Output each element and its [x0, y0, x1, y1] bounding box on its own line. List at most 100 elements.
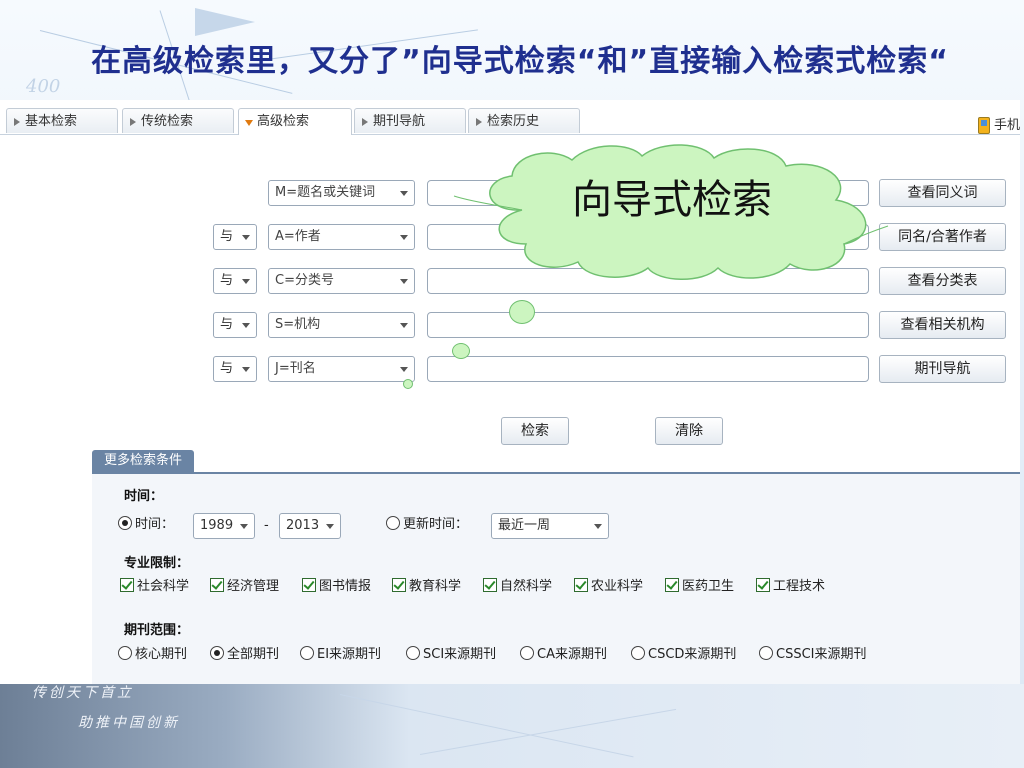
field-select-value: M=题名或关键词 — [275, 185, 376, 200]
scope-radio-cssci[interactable]: CSSCI来源期刊 — [759, 645, 867, 665]
tab-label: 检索历史 — [487, 114, 540, 129]
scope-radio-all[interactable]: 全部期刊 — [210, 645, 279, 665]
radio-unselected-icon — [631, 646, 645, 660]
field-select-value: J=刊名 — [275, 361, 316, 376]
tab-advanced-search[interactable]: 高级检索 — [238, 108, 352, 135]
more-conditions-tab[interactable]: 更多检索条件 — [92, 450, 195, 472]
field-select-value: S=机构 — [275, 317, 321, 332]
time-range-radio[interactable]: 时间： — [118, 515, 174, 535]
field-select[interactable]: A=作者 — [268, 224, 415, 250]
scope-radio-core[interactable]: 核心期刊 — [118, 645, 187, 665]
checkbox-label: 工程技术 — [773, 579, 826, 594]
checkbox-label: 图书情报 — [319, 579, 372, 594]
chevron-down-icon — [242, 235, 250, 240]
subject-checkbox-economics[interactable]: 经济管理 — [210, 577, 279, 597]
scope-radio-sci[interactable]: SCI来源期刊 — [406, 645, 496, 665]
footer-slogan-1: 传创天下首立 — [32, 685, 134, 701]
footer-slogan-2: 助推中国创新 — [78, 715, 180, 731]
logic-operator-select[interactable]: 与 — [213, 356, 257, 382]
checkbox-checked-icon — [120, 578, 134, 592]
subject-checkbox-library-science[interactable]: 图书情报 — [302, 577, 371, 597]
callout-text: 向导式检索 — [572, 177, 772, 223]
scope-radio-ei[interactable]: EI来源期刊 — [300, 645, 381, 665]
journal-navigation-button[interactable]: 期刊导航 — [879, 355, 1006, 383]
tab-label: 传统检索 — [141, 114, 194, 129]
checkbox-checked-icon — [756, 578, 770, 592]
field-select[interactable]: C=分类号 — [268, 268, 415, 294]
radio-unselected-icon — [759, 646, 773, 660]
tab-label: 基本检索 — [25, 114, 78, 129]
callout-bubble — [452, 343, 470, 359]
radio-label: SCI来源期刊 — [423, 647, 497, 662]
view-institutions-button[interactable]: 查看相关机构 — [879, 311, 1006, 339]
chevron-down-icon — [400, 323, 408, 328]
radio-label: 核心期刊 — [135, 647, 188, 662]
tab-traditional-search[interactable]: 传统检索 — [122, 108, 234, 133]
tab-journal-navigation[interactable]: 期刊导航 — [354, 108, 466, 133]
field-select[interactable]: J=刊名 — [268, 356, 415, 382]
chevron-down-icon — [400, 367, 408, 372]
field-select[interactable]: S=机构 — [268, 312, 415, 338]
chevron-down-icon — [242, 279, 250, 284]
radio-unselected-icon — [300, 646, 314, 660]
chevron-down-icon — [400, 279, 408, 284]
radio-label: EI来源期刊 — [317, 647, 382, 662]
year-range-dash: - — [264, 518, 269, 533]
chevron-down-icon — [400, 191, 408, 196]
search-input-journal[interactable] — [427, 356, 869, 382]
subject-checkbox-engineering[interactable]: 工程技术 — [756, 577, 825, 597]
subject-checkbox-social-science[interactable]: 社会科学 — [120, 577, 189, 597]
subject-checkbox-medicine[interactable]: 医药卫生 — [665, 577, 734, 597]
from-year-select[interactable]: 1989 — [193, 513, 255, 539]
view-synonyms-button[interactable]: 查看同义词 — [879, 179, 1006, 207]
to-year-select[interactable]: 2013 — [279, 513, 341, 539]
view-classification-button[interactable]: 查看分类表 — [879, 267, 1006, 295]
checkbox-checked-icon — [302, 578, 316, 592]
logic-operator-value: 与 — [220, 273, 234, 288]
radio-unselected-icon — [406, 646, 420, 660]
scope-radio-ca[interactable]: CA来源期刊 — [520, 645, 607, 665]
subject-checkbox-education[interactable]: 教育科学 — [392, 577, 461, 597]
radio-label: CSCD来源期刊 — [648, 647, 737, 662]
checkbox-checked-icon — [665, 578, 679, 592]
chevron-down-icon — [242, 323, 250, 328]
tab-basic-search[interactable]: 基本检索 — [6, 108, 118, 133]
decor-flag — [195, 8, 255, 36]
callout-bubble — [509, 300, 535, 324]
slide-title: 在高级检索里，又分了”向导式检索“和”直接输入检索式检索“ — [91, 44, 949, 79]
clear-button[interactable]: 清除 — [655, 417, 723, 445]
radio-unselected-icon — [520, 646, 534, 660]
field-select-value: A=作者 — [275, 229, 321, 244]
search-input-institution[interactable] — [427, 312, 869, 338]
field-select[interactable]: M=题名或关键词 — [268, 180, 415, 206]
tab-arrow-icon — [476, 118, 482, 126]
tab-label: 期刊导航 — [373, 114, 426, 129]
subject-checkbox-agriculture[interactable]: 农业科学 — [574, 577, 643, 597]
radio-label: CA来源期刊 — [537, 647, 607, 662]
search-button[interactable]: 检索 — [501, 417, 569, 445]
slide-footer: 传创天下首立 助推中国创新 — [0, 684, 1024, 768]
logic-operator-select[interactable]: 与 — [213, 312, 257, 338]
tab-search-history[interactable]: 检索历史 — [468, 108, 580, 133]
tab-active-arrow-icon — [245, 120, 253, 126]
logic-operator-value: 与 — [220, 229, 234, 244]
update-time-radio[interactable]: 更新时间： — [386, 515, 468, 535]
time-range-radio-label: 时间： — [135, 517, 175, 532]
logic-operator-select[interactable]: 与 — [213, 224, 257, 250]
radio-selected-icon — [118, 516, 132, 530]
coauthor-button[interactable]: 同名/合著作者 — [879, 223, 1006, 251]
decor-line — [339, 694, 634, 758]
mobile-link[interactable]: 手机 — [978, 114, 1020, 134]
checkbox-label: 经济管理 — [227, 579, 280, 594]
radio-label: CSSCI来源期刊 — [776, 647, 867, 662]
subject-checkbox-natural-science[interactable]: 自然科学 — [483, 577, 552, 597]
tab-label: 高级检索 — [257, 114, 310, 129]
update-time-select[interactable]: 最近一周 — [491, 513, 609, 539]
logic-operator-select[interactable]: 与 — [213, 268, 257, 294]
callout-bubble — [403, 379, 413, 389]
chevron-down-icon — [326, 524, 334, 529]
scope-radio-cscd[interactable]: CSCD来源期刊 — [631, 645, 736, 665]
radio-label: 全部期刊 — [227, 647, 280, 662]
decor-line — [419, 708, 677, 755]
radio-unselected-icon — [118, 646, 132, 660]
